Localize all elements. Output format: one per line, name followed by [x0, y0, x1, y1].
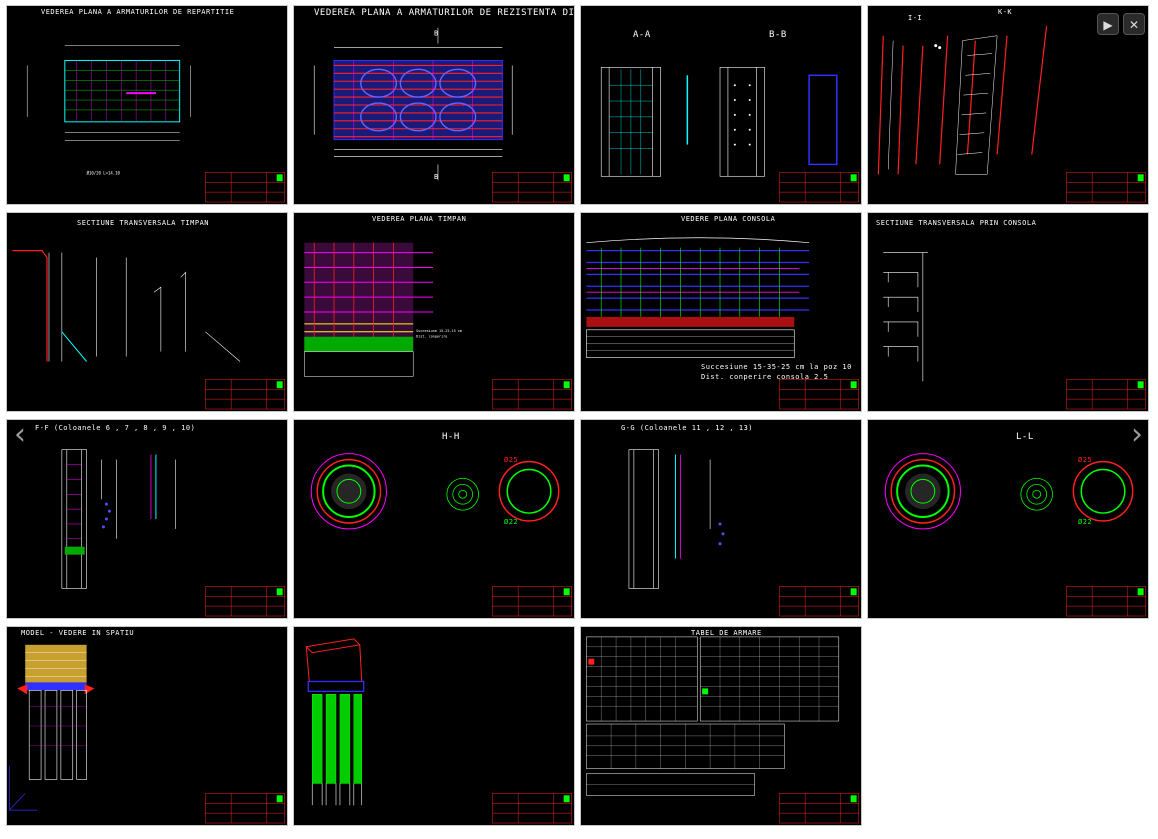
drawing-3d-model — [9, 644, 285, 824]
play-slideshow-button[interactable]: ▶ — [1097, 13, 1119, 35]
previous-arrow-icon[interactable]: ‹ — [8, 420, 32, 450]
drawing-repartition-plan: Ø10/20 L=14.10 — [26, 45, 285, 203]
sheet-thumbnail-1[interactable]: VEDEREA PLANA A ARMATURILOR DE REPARTITI… — [6, 5, 288, 205]
drawing-timpan-section — [12, 250, 285, 410]
svg-text:Dist. conperire: Dist. conperire — [416, 335, 447, 339]
drawing-3d-reinforcement — [305, 638, 572, 824]
sheet-thumbnail-6[interactable]: VEDEREA PLANA TIMPAN Succesiune 15-25-15… — [293, 212, 575, 412]
sheet-thumbnail-15[interactable]: TABEL DE ARMARE — [580, 626, 862, 826]
svg-text:B: B — [434, 173, 438, 181]
next-arrow-icon[interactable]: › — [1125, 420, 1149, 450]
svg-text:B: B — [434, 30, 438, 38]
thumbnail-grid: VEDEREA PLANA A ARMATURILOR DE REPARTITI… — [6, 5, 1151, 835]
drawing-pile-section-hh — [310, 453, 572, 617]
sheet-thumbnail-14[interactable] — [293, 626, 575, 826]
close-button[interactable]: ✕ — [1123, 13, 1145, 35]
drawing-timpan-plan: Succesiune 15-25-15 cm Dist. conperire — [304, 242, 572, 410]
drawing-columns-gg — [628, 449, 859, 617]
svg-text:Succesiune 15-25-15 cm: Succesiune 15-25-15 cm — [416, 329, 462, 333]
sheet-thumbnail-10[interactable]: H-H Ø25 Ø22 — [293, 419, 575, 619]
drawing-columns-ff — [61, 449, 285, 617]
drawing-consola-plan — [586, 237, 859, 410]
sheet-thumbnail-9[interactable]: F-F (Coloanele 6 , 7 , 8 , 9 , 10) — [6, 419, 288, 619]
sheet-thumbnail-3[interactable]: A-A B-B — [580, 5, 862, 205]
sheet-thumbnail-7[interactable]: VEDERE PLANA CONSOLA Succesiune 15-35-25… — [580, 212, 862, 412]
drawing-reinforcement-table — [586, 636, 859, 824]
sheet-thumbnail-12[interactable]: L-L Ø25 Ø22 — [867, 419, 1149, 619]
drawing-section-aa-bb — [600, 67, 859, 203]
sheet-thumbnail-13[interactable]: MODEL - VEDERE IN SPATIU — [6, 626, 288, 826]
sheet-thumbnail-8[interactable]: SECTIUNE TRANSVERSALA PRIN CONSOLA — [867, 212, 1149, 412]
svg-text:Ø10/20 L=14.10: Ø10/20 L=14.10 — [87, 170, 121, 175]
sheet-thumbnail-5[interactable]: SECTIUNE TRANSVERSALA TIMPAN — [6, 212, 288, 412]
sheet-thumbnail-2[interactable]: VEDEREA PLANA A ARMATURILOR DE REZISTENT… — [293, 5, 575, 205]
drawing-pile-section-ll — [884, 453, 1146, 617]
sheet-thumbnail-11[interactable]: G-G (Coloanele 11 , 12 , 13) — [580, 419, 862, 619]
drawing-radier-reinforcement: B B — [313, 27, 572, 203]
drawing-consola-section — [883, 252, 1146, 410]
